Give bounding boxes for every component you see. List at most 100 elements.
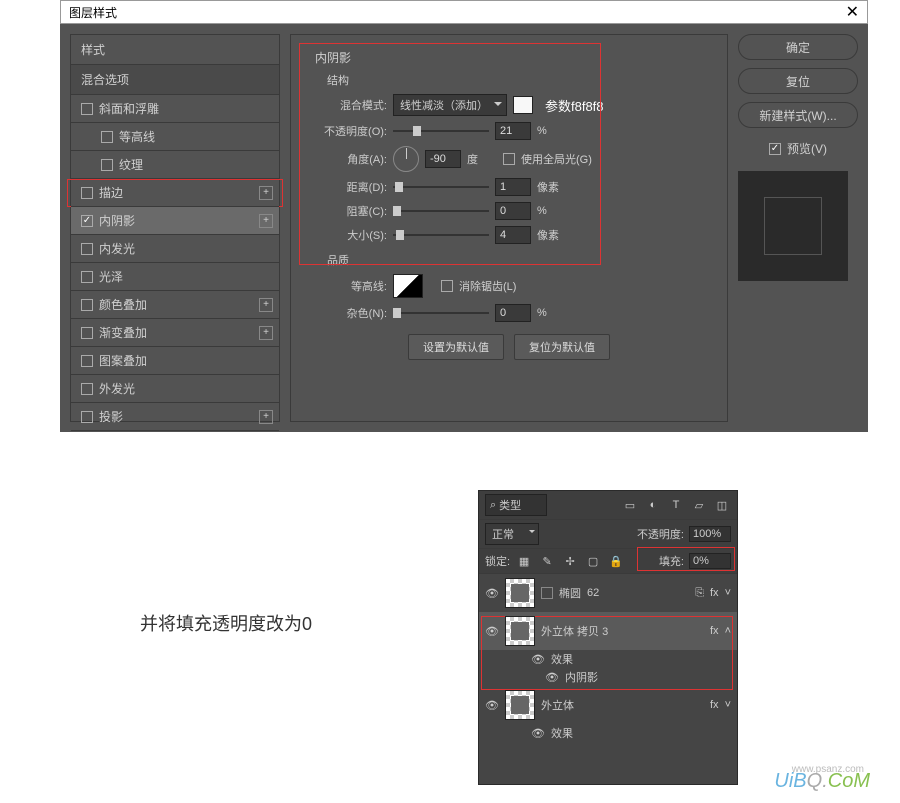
fill-label: 填充: — [659, 553, 684, 569]
style-row[interactable]: 描边+ — [71, 179, 279, 207]
filter-shape-icon[interactable]: ▱ — [690, 496, 708, 514]
layer-thumbnail[interactable] — [505, 690, 535, 720]
styles-header[interactable]: 样式 — [71, 35, 279, 65]
blend-mode-dropdown[interactable]: 正常 — [485, 523, 539, 545]
style-checkbox[interactable] — [81, 411, 93, 423]
fx-effects-row[interactable]: 👁 效果 — [479, 724, 737, 742]
style-row[interactable]: 颜色叠加+ — [71, 291, 279, 319]
opacity-slider[interactable] — [393, 124, 489, 138]
chevron-icon[interactable]: ˅ — [725, 587, 731, 599]
angle-input[interactable] — [425, 150, 461, 168]
noise-slider[interactable] — [393, 306, 489, 320]
fill-field[interactable]: 0% — [689, 553, 731, 569]
ok-button[interactable]: 确定 — [738, 34, 858, 60]
close-icon[interactable]: ✕ — [846, 2, 859, 22]
lock-all-icon[interactable]: 🔒 — [607, 552, 625, 570]
layer-thumbnail[interactable] — [505, 616, 535, 646]
set-default-button[interactable]: 设置为默认值 — [408, 334, 504, 360]
antialias-checkbox[interactable] — [441, 280, 453, 292]
fx-inner-shadow-row[interactable]: 👁内阴影 — [479, 668, 737, 686]
style-row[interactable]: 渐变叠加+ — [71, 319, 279, 347]
style-row[interactable]: 斜面和浮雕 — [71, 95, 279, 123]
style-row[interactable]: 光泽 — [71, 263, 279, 291]
layer-row[interactable]: 👁椭圆 62⎘ fx ˅ — [479, 574, 737, 612]
style-row[interactable]: 投影+ — [71, 403, 279, 431]
visibility-icon[interactable]: 👁 — [531, 727, 545, 740]
style-checkbox[interactable] — [101, 159, 113, 171]
fx-badge[interactable]: fx — [710, 587, 719, 599]
add-effect-icon[interactable]: + — [259, 410, 273, 424]
layer-row[interactable]: 👁外立体 拷贝 3fx ˄ — [479, 612, 737, 650]
contour-picker[interactable] — [393, 274, 423, 298]
filter-type-icon[interactable]: T — [667, 496, 685, 514]
fx-badge[interactable]: fx — [710, 625, 719, 637]
chevron-icon[interactable]: ˄ — [725, 625, 731, 637]
style-row[interactable]: 内发光 — [71, 235, 279, 263]
style-row[interactable]: 纹理 — [71, 151, 279, 179]
style-label: 外发光 — [99, 380, 135, 397]
filter-adjust-icon[interactable]: ◐ — [644, 496, 662, 514]
layer-thumbnail[interactable] — [505, 578, 535, 608]
distance-input[interactable] — [495, 178, 531, 196]
angle-dial[interactable] — [393, 146, 419, 172]
style-checkbox[interactable] — [81, 299, 93, 311]
choke-slider[interactable] — [393, 204, 489, 218]
style-checkbox[interactable] — [81, 243, 93, 255]
visibility-icon[interactable]: 👁 — [531, 653, 545, 666]
add-effect-icon[interactable]: + — [259, 214, 273, 228]
add-effect-icon[interactable]: + — [259, 326, 273, 340]
lock-artboard-icon[interactable]: ▢ — [584, 552, 602, 570]
visibility-icon[interactable]: 👁 — [485, 699, 499, 712]
visibility-icon[interactable]: 👁 — [485, 587, 499, 600]
style-row[interactable]: 内阴影+ — [71, 207, 279, 235]
style-checkbox[interactable] — [81, 215, 93, 227]
global-light-checkbox[interactable] — [503, 153, 515, 165]
chevron-icon[interactable]: ˅ — [725, 699, 731, 711]
size-label: 大小(S): — [311, 227, 387, 243]
choke-input[interactable] — [495, 202, 531, 220]
layer-opacity-field[interactable]: 100% — [689, 526, 731, 542]
reset-default-button[interactable]: 复位为默认值 — [514, 334, 610, 360]
size-unit: 像素 — [537, 227, 567, 243]
distance-slider[interactable] — [393, 180, 489, 194]
style-checkbox[interactable] — [81, 103, 93, 115]
visibility-icon[interactable]: 👁 — [545, 671, 559, 684]
layers-panel: ⌕ 类型 ▭ ◐ T ▱ ◫ 正常 不透明度: 100% 锁定: ▦ ✎ ✢ ▢… — [478, 490, 738, 785]
color-swatch[interactable] — [513, 96, 533, 114]
add-effect-icon[interactable]: + — [259, 186, 273, 200]
link-icon[interactable]: ⎘ — [695, 587, 704, 600]
filter-smart-icon[interactable]: ◫ — [713, 496, 731, 514]
style-checkbox[interactable] — [81, 271, 93, 283]
fx-effects-row[interactable]: 👁效果 — [479, 650, 737, 668]
style-row[interactable]: 图案叠加 — [71, 347, 279, 375]
style-row[interactable]: 等高线 — [71, 123, 279, 151]
size-row: 大小(S): 像素 — [311, 226, 707, 244]
size-input[interactable] — [495, 226, 531, 244]
lock-pixels-icon[interactable]: ▦ — [515, 552, 533, 570]
filter-image-icon[interactable]: ▭ — [621, 496, 639, 514]
preview-checkbox[interactable] — [769, 143, 781, 155]
style-checkbox[interactable] — [81, 355, 93, 367]
style-row[interactable]: 外发光 — [71, 375, 279, 403]
style-checkbox[interactable] — [101, 131, 113, 143]
reset-button[interactable]: 复位 — [738, 68, 858, 94]
style-checkbox[interactable] — [81, 327, 93, 339]
visibility-icon[interactable]: 👁 — [485, 625, 499, 638]
blending-options-row[interactable]: 混合选项 — [71, 65, 279, 95]
layer-row[interactable]: 👁外立体fx ˅ — [479, 686, 737, 724]
fx-badge[interactable]: fx — [710, 699, 719, 711]
kind-filter[interactable]: ⌕ 类型 — [485, 494, 547, 516]
new-style-button[interactable]: 新建样式(W)... — [738, 102, 858, 128]
style-checkbox[interactable] — [81, 383, 93, 395]
opacity-input[interactable] — [495, 122, 531, 140]
noise-input[interactable] — [495, 304, 531, 322]
fx-label: 效果 — [551, 725, 573, 741]
size-slider[interactable] — [393, 228, 489, 242]
lock-move-icon[interactable]: ✢ — [561, 552, 579, 570]
add-effect-icon[interactable]: + — [259, 298, 273, 312]
noise-label: 杂色(N): — [311, 305, 387, 321]
blend-mode-dropdown[interactable]: 线性减淡（添加） — [393, 94, 507, 116]
contour-row: 等高线: 消除锯齿(L) — [311, 274, 707, 298]
style-checkbox[interactable] — [81, 187, 93, 199]
lock-brush-icon[interactable]: ✎ — [538, 552, 556, 570]
